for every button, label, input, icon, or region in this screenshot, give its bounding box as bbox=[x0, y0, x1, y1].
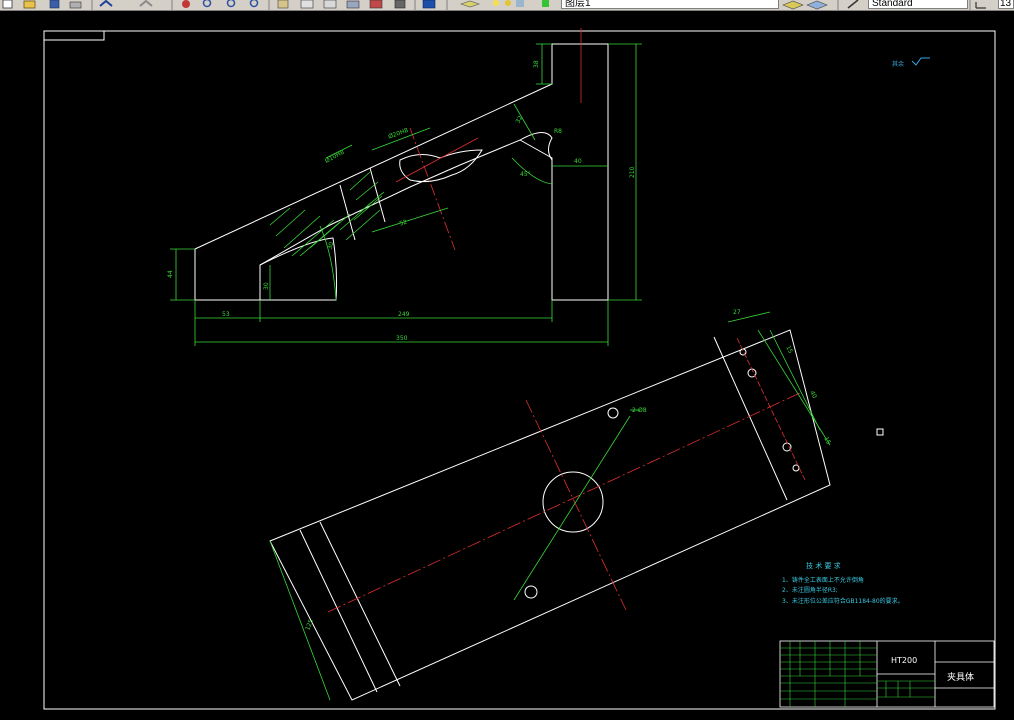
dim-40b: 40 bbox=[808, 390, 818, 400]
undo-icon[interactable] bbox=[99, 0, 113, 7]
open-icon[interactable] bbox=[23, 0, 36, 9]
help-icon[interactable] bbox=[422, 0, 436, 9]
dim-350: 350 bbox=[396, 335, 408, 342]
upper-part-cut bbox=[259, 237, 338, 301]
hole-note: 2-Ø8 bbox=[632, 407, 647, 414]
layer-combo-value: 图层1 bbox=[565, 0, 591, 9]
selection-grip-icon[interactable] bbox=[876, 428, 884, 436]
lower-centerlines bbox=[327, 337, 806, 613]
dim-32: 32 bbox=[515, 115, 525, 125]
dim-210: 210 bbox=[629, 166, 636, 178]
drawing-border bbox=[43, 30, 996, 710]
slot-outline bbox=[399, 149, 483, 183]
zoom-previous-icon[interactable] bbox=[249, 0, 259, 8]
surface-note-text: 其余 bbox=[892, 60, 904, 68]
dim-52: 52 bbox=[399, 218, 409, 227]
markup-icon[interactable] bbox=[346, 0, 360, 9]
bolt-hole-3 bbox=[782, 442, 792, 452]
dim-hole-b: Ø20H8 bbox=[387, 127, 409, 141]
bulb-icon[interactable] bbox=[493, 0, 499, 6]
dim-27: 27 bbox=[733, 309, 741, 316]
surface-note: 其余 bbox=[892, 57, 930, 68]
code-box bbox=[43, 30, 105, 41]
pan-icon[interactable] bbox=[182, 0, 190, 8]
save-icon[interactable] bbox=[49, 0, 60, 9]
dim-30: 30 bbox=[263, 282, 270, 290]
upper-part-view[interactable] bbox=[194, 43, 609, 301]
dim-44: 44 bbox=[167, 270, 174, 278]
lower-dimension-text: 27 15 40 15 2-Ø8 125 bbox=[304, 309, 832, 632]
tech-req-item-1: 1、铸件全工表面上不允许倒角 bbox=[782, 576, 864, 584]
upper-centerlines bbox=[395, 28, 582, 251]
dim-53: 53 bbox=[222, 311, 230, 318]
lower-part-step-a bbox=[299, 529, 378, 693]
title-block-material: HT200 bbox=[891, 656, 917, 665]
dim-15b: 15 bbox=[822, 436, 832, 446]
drawing-canvas[interactable]: 38 32 40 210 44 30 53 249 350 52 30 R8 Ø… bbox=[0, 11, 1014, 720]
style-combo[interactable]: Standard bbox=[868, 0, 968, 9]
dim-249: 249 bbox=[398, 311, 410, 318]
make-current-icon[interactable] bbox=[782, 0, 804, 10]
dim-38: 38 bbox=[533, 60, 540, 68]
redo-icon[interactable] bbox=[139, 0, 153, 7]
tool-palette-icon[interactable] bbox=[323, 0, 337, 9]
center-bore-circle bbox=[542, 471, 604, 533]
dim-r8: R8 bbox=[554, 128, 562, 135]
pin-hole-top bbox=[607, 407, 619, 419]
upper-dimension-lines bbox=[170, 43, 642, 346]
dim-angle: 45° bbox=[520, 171, 531, 178]
zoom-realtime-icon[interactable] bbox=[202, 0, 212, 8]
color-swatch-icon[interactable] bbox=[542, 0, 549, 7]
section-hatch bbox=[269, 171, 385, 257]
dim-40: 40 bbox=[574, 158, 582, 165]
tech-req-item-3: 3、未注形位公差应符合GB1184-80的要求。 bbox=[782, 597, 904, 605]
tech-requirements: 技 术 要 求 1、铸件全工表面上不允许倒角 2、未注圆角半径R3; 3、未注形… bbox=[782, 561, 904, 605]
zoom-window-icon[interactable] bbox=[226, 0, 236, 8]
lock-icon[interactable] bbox=[516, 0, 524, 7]
lower-part-view[interactable] bbox=[269, 329, 831, 701]
style-combo-value: Standard bbox=[872, 0, 913, 9]
roughness-symbol-icon bbox=[911, 57, 930, 66]
tech-req-title: 技 术 要 求 bbox=[806, 561, 841, 570]
lower-dimension-lines bbox=[269, 311, 831, 701]
dim-hole-a: Ø10H8 bbox=[324, 149, 346, 165]
new-icon[interactable] bbox=[2, 0, 13, 9]
dimension-style-icon[interactable] bbox=[975, 2, 986, 9]
pin-hole-bottom bbox=[524, 585, 538, 599]
scale-combo[interactable]: 13 bbox=[998, 0, 1014, 9]
calculator-icon[interactable] bbox=[369, 0, 383, 9]
text-style-icon[interactable] bbox=[847, 0, 859, 9]
design-center-icon[interactable] bbox=[300, 0, 314, 9]
layer-combo[interactable]: 图层1 bbox=[561, 0, 779, 9]
tech-req-item-2: 2、未注圆角半径R3; bbox=[782, 586, 838, 594]
toolbar: 图层1 Standard 13 bbox=[0, 0, 1014, 11]
toolbar-icons bbox=[2, 0, 986, 10]
sun-icon[interactable] bbox=[505, 0, 511, 6]
grid-icon[interactable] bbox=[394, 0, 406, 9]
layer-previous-icon[interactable] bbox=[806, 0, 828, 10]
title-block-part-name: 夹具体 bbox=[947, 671, 974, 683]
lower-part-step-c bbox=[713, 336, 788, 501]
scale-combo-value: 13 bbox=[1000, 0, 1012, 9]
dim-15a: 15 bbox=[784, 345, 794, 355]
properties-icon[interactable] bbox=[277, 0, 289, 9]
print-icon[interactable] bbox=[69, 1, 82, 9]
layer-manager-icon[interactable] bbox=[460, 0, 480, 8]
cad-drawing[interactable]: 38 32 40 210 44 30 53 249 350 52 30 R8 Ø… bbox=[0, 11, 1014, 720]
